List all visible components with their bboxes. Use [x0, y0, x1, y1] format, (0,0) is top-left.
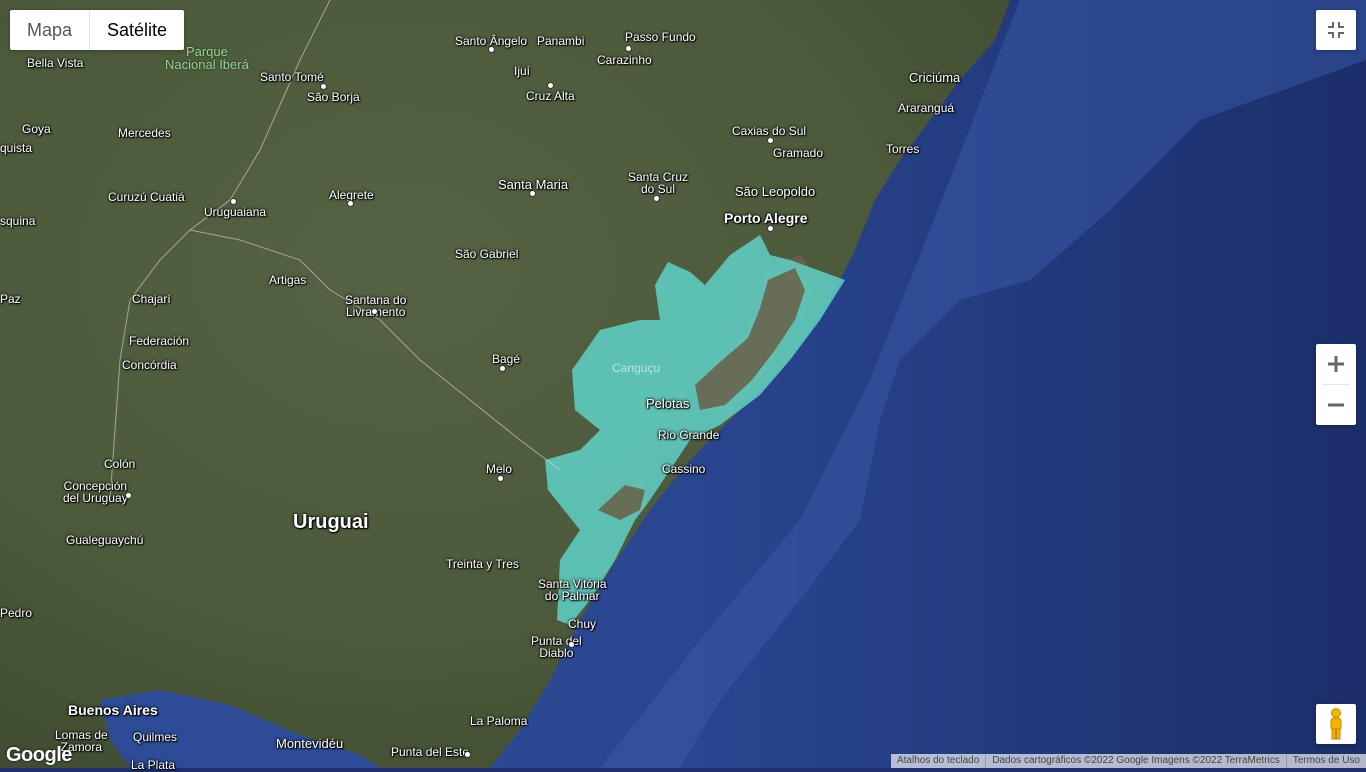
city-dot: [465, 752, 470, 757]
google-logo[interactable]: Google: [6, 744, 72, 767]
city-dot: [768, 226, 773, 231]
city-dot: [654, 196, 659, 201]
terms-link[interactable]: Termos de Uso: [1285, 754, 1366, 768]
city-dot: [126, 493, 131, 498]
label-chuy: Chuy: [568, 617, 597, 631]
map-attribution: Dados cartográficos ©2022 Google Imagens…: [985, 754, 1285, 768]
label-cangucu: Canguçu: [612, 361, 661, 375]
city-dot: [500, 366, 505, 371]
label-mercedes: Mercedes: [118, 126, 171, 140]
label-punta-del-diablo: Punta del Diablo: [531, 634, 582, 660]
label-goya: Goya: [22, 122, 51, 136]
label-alegrete: Alegrete: [329, 188, 374, 202]
label-sao-gabriel: São Gabriel: [455, 247, 519, 261]
label-gualeguaychu: Gualeguaychú: [66, 533, 144, 547]
label-chajari: Chajarí: [132, 292, 171, 306]
fullscreen-button[interactable]: [1316, 10, 1356, 50]
label-concepcion: Concepción del Uruguay: [63, 479, 128, 505]
satellite-map[interactable]: [0, 0, 1366, 768]
label-ijui: Ijuí: [514, 64, 531, 78]
city-dot: [498, 476, 503, 481]
city-dot: [548, 83, 553, 88]
label-montevideu: Montevidéu: [276, 736, 344, 751]
city-dot: [231, 199, 236, 204]
label-buenos-aires: Buenos Aires: [68, 702, 158, 718]
label-passo-fundo: Passo Fundo: [625, 30, 696, 44]
city-dot: [489, 47, 494, 52]
label-la-paloma: La Paloma: [470, 714, 528, 728]
label-santo-tome: Santo Tomé: [260, 70, 324, 84]
label-panambi: Panambi: [537, 34, 585, 48]
label-criciuma: Criciúma: [909, 70, 961, 85]
label-cruz-alta: Cruz Alta: [526, 89, 575, 103]
label-concordia: Concórdia: [122, 358, 177, 372]
label-bella-vista: Bella Vista: [27, 56, 84, 70]
label-cassino: Cassino: [662, 462, 706, 476]
label-uruguaiana: Uruguaiana: [204, 205, 267, 219]
zoom-out-button[interactable]: [1316, 385, 1356, 425]
label-treinta-y-tres: Treinta y Tres: [446, 557, 519, 571]
label-paz: Paz: [0, 292, 21, 306]
label-gramado: Gramado: [773, 146, 824, 160]
city-dot: [768, 138, 773, 143]
label-ararangua: Araranguá: [898, 101, 955, 115]
label-torres: Torres: [886, 142, 920, 156]
map-type-control: Mapa Satélite: [10, 10, 185, 50]
label-pelotas: Pelotas: [646, 396, 690, 411]
label-punta-del-este: Punta del Este: [391, 745, 470, 759]
city-dot: [569, 642, 574, 647]
zoom-control: [1316, 344, 1356, 425]
minus-icon: [1328, 403, 1344, 407]
city-dot: [372, 309, 377, 314]
city-dot: [348, 201, 353, 206]
label-esquina: quista: [0, 141, 33, 155]
label-bage: Bagé: [492, 352, 521, 366]
label-santa-maria: Santa Maria: [498, 177, 569, 192]
label-federacion: Federación: [129, 334, 190, 348]
map-type-satellite-button[interactable]: Satélite: [90, 10, 184, 50]
label-curuzu: Curuzú Cuatiá: [108, 190, 185, 204]
label-colon: Colón: [104, 457, 136, 471]
street-view-button[interactable]: [1316, 704, 1356, 744]
label-sao-leopoldo: São Leopoldo: [735, 184, 816, 199]
label-caxias: Caxias do Sul: [732, 124, 807, 138]
label-porto-alegre: Porto Alegre: [724, 210, 808, 226]
label-sao-borja: São Borja: [307, 90, 360, 104]
label-pedro: Pedro: [0, 606, 33, 620]
label-melo: Melo: [486, 462, 513, 476]
label-santa-cruz: Santa Cruz do Sul: [628, 170, 689, 196]
label-quilmes: Quilmes: [133, 730, 178, 744]
exit-fullscreen-icon: [1328, 22, 1344, 38]
label-santo-angelo: Santo Ângelo: [455, 34, 528, 48]
label-santana: Santana do Livramento: [345, 293, 407, 318]
label-rio-grande: Rio Grande: [658, 428, 720, 442]
label-artigas: Artigas: [269, 273, 307, 287]
map-footer: Atalhos do teclado Dados cartográficos ©…: [890, 754, 1366, 768]
label-santa-vitoria: Santa Vitória do Palmar: [538, 577, 607, 603]
city-dot: [530, 191, 535, 196]
plus-icon: [1328, 356, 1344, 372]
keyboard-shortcuts-link[interactable]: Atalhos do teclado: [891, 754, 985, 768]
label-carazinho: Carazinho: [597, 53, 652, 67]
zoom-in-button[interactable]: [1316, 344, 1356, 384]
pegman-icon: [1330, 708, 1342, 740]
map-type-map-button[interactable]: Mapa: [10, 10, 91, 50]
city-dot: [321, 84, 326, 89]
label-uruguai: Uruguai: [293, 511, 369, 533]
label-la-plata: La Plata: [131, 758, 176, 772]
city-dot: [626, 46, 631, 51]
label-esquina2: squina: [0, 214, 36, 228]
